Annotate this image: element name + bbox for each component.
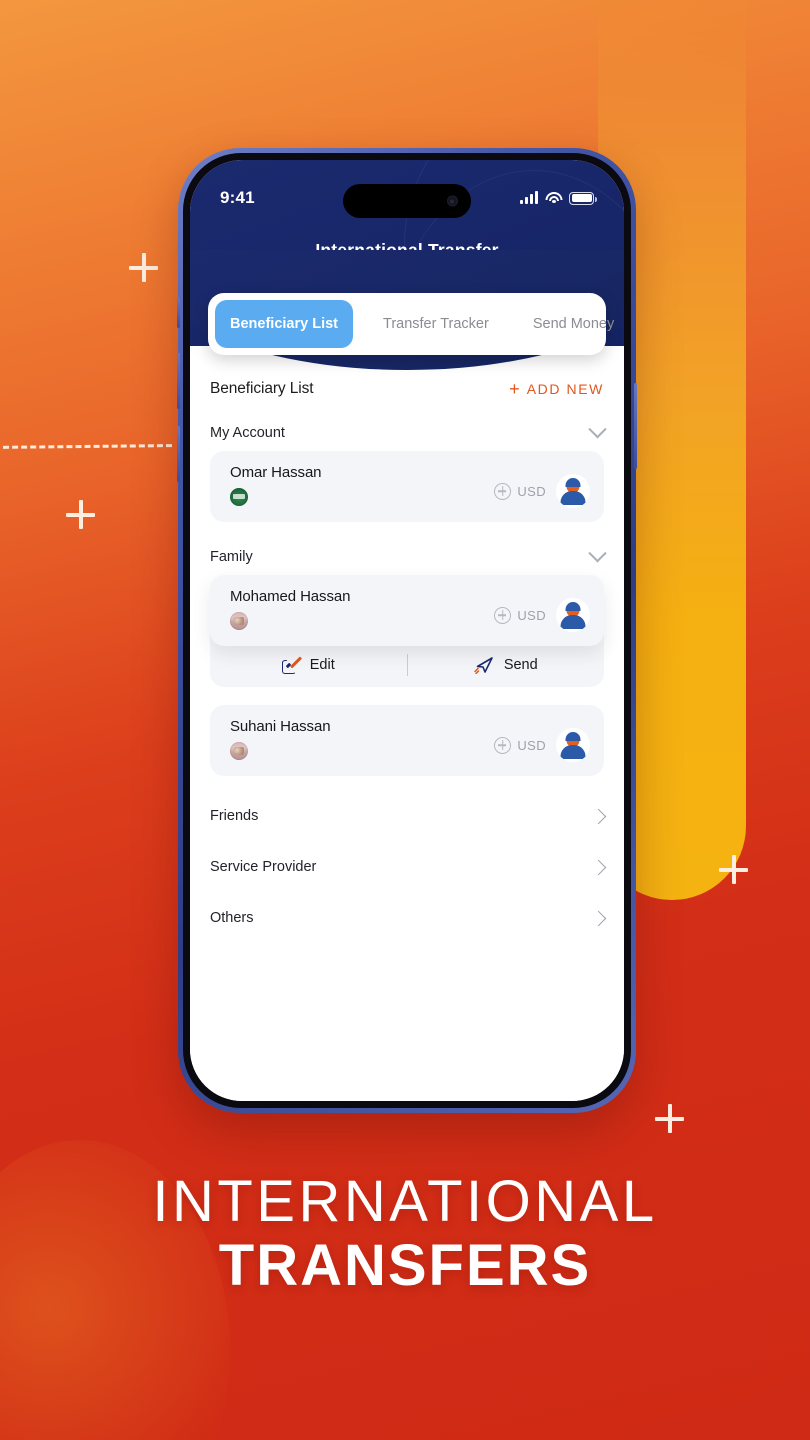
chevron-right-icon[interactable] [590,859,607,875]
user-avatar-icon [556,598,590,632]
poster-canvas: 9:41 In [0,0,810,1440]
cellular-signal-icon [520,191,538,204]
beneficiary-meta: USD [494,718,590,762]
saudi-arabia-flag-icon [230,488,248,506]
beneficiary-row-mohamed-hassan[interactable]: Mohamed Hassan USD [210,575,604,646]
user-avatar-icon [556,474,590,508]
plus-icon: + [509,379,520,399]
edit-button[interactable]: Edit [210,656,407,674]
currency-label: USD [517,607,546,623]
phone-power-button [634,383,637,469]
phone-volume-up-button [177,353,180,409]
chevron-right-icon[interactable] [590,808,607,824]
currency-label: USD [517,737,546,753]
chevron-right-icon[interactable] [590,910,607,926]
list-header: Beneficiary List + ADD NEW [210,380,604,398]
phone-bezel: 9:41 In [183,153,631,1108]
group-label: Others [210,910,254,926]
beneficiary-list-panel: Beneficiary List + ADD NEW My Account Om… [190,372,624,1101]
decorative-dashed-line [0,444,173,449]
send-label: Send [503,657,538,673]
decorative-plus-icon [66,500,95,529]
tab-transfer-tracker[interactable]: Transfer Tracker [365,300,507,348]
chevron-down-icon[interactable] [588,543,607,562]
chevron-down-icon[interactable] [588,419,607,438]
beneficiary-meta: USD [494,588,590,632]
currency-exchange-icon [494,482,512,500]
beneficiary-name: Omar Hassan [230,464,322,481]
currency-exchange-icon [494,736,512,754]
group-label: My Account [210,425,285,441]
group-label: Family [210,549,253,565]
group-header-family[interactable]: Family [210,543,607,565]
add-new-button[interactable]: + ADD NEW [509,380,604,398]
group-header-others[interactable]: Others [210,892,607,943]
egypt-flag-icon [230,612,248,630]
wifi-icon [545,191,562,205]
tab-send-money[interactable]: Send Money [519,300,624,348]
group-header-service-provider[interactable]: Service Provider [210,841,607,892]
group-label: Service Provider [210,859,317,875]
poster-caption-line2: TRANSFERS [218,1233,592,1298]
edit-label: Edit [309,657,335,673]
group-header-my-account[interactable]: My Account [210,419,607,441]
send-button[interactable]: Send [408,656,605,674]
group-header-friends[interactable]: Friends [210,790,607,841]
status-bar-time: 9:41 [220,188,255,207]
egypt-flag-icon [230,742,248,760]
phone-volume-down-button [177,426,180,482]
beneficiary-list-title: Beneficiary List [210,380,314,397]
beneficiary-name: Suhani Hassan [230,718,331,735]
phone-mute-switch [177,298,180,328]
add-new-label: ADD NEW [526,381,604,397]
battery-full-icon [569,191,597,205]
currency-label: USD [517,483,546,499]
beneficiary-name: Mohamed Hassan [230,588,351,605]
dynamic-island [343,184,471,218]
edit-pencil-icon [281,656,302,674]
beneficiary-info: Suhani Hassan [230,718,331,760]
currency-chip: USD [494,736,546,754]
user-avatar-icon [556,728,590,762]
poster-caption-line1: INTERNATIONAL [152,1169,658,1234]
tab-bar: Beneficiary List Transfer Tracker Send M… [208,293,614,355]
content-sheet: Beneficiary List + ADD NEW My Account Om… [190,250,624,1101]
front-camera-icon [447,195,458,207]
tab-beneficiary-list[interactable]: Beneficiary List [215,300,353,348]
beneficiary-info: Mohamed Hassan [230,588,350,630]
currency-exchange-icon [494,606,512,624]
beneficiary-info: Omar Hassan [230,464,322,506]
currency-chip: USD [494,482,546,500]
beneficiary-row-suhani-hassan[interactable]: Suhani Hassan USD [210,705,604,776]
beneficiary-meta: USD [494,464,590,508]
send-plane-icon [474,656,494,674]
beneficiary-row-omar-hassan[interactable]: Omar Hassan USD [210,451,604,522]
phone-mockup: 9:41 In [177,148,637,1113]
decorative-plus-icon [129,253,158,282]
phone-screen: 9:41 In [190,160,624,1101]
currency-chip: USD [494,606,546,624]
decorative-plus-icon [655,1104,684,1133]
group-label: Friends [210,808,259,824]
status-bar-icons [520,191,597,205]
decorative-plus-icon [719,855,748,884]
